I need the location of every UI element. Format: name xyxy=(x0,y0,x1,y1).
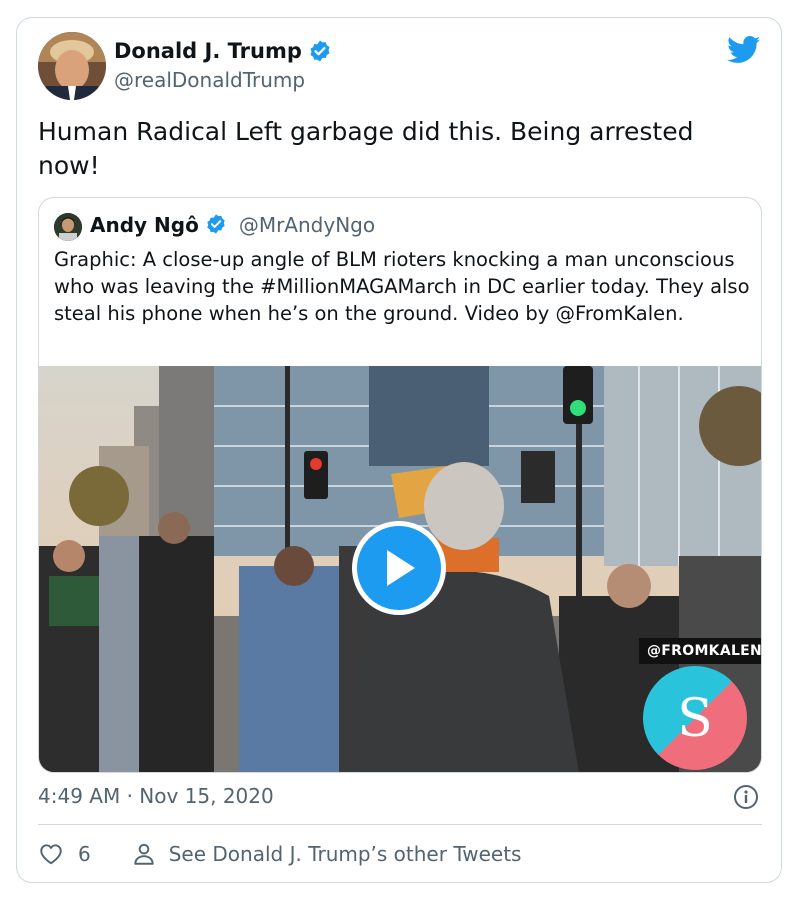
author-handle[interactable]: @realDonaldTrump xyxy=(114,68,305,92)
divider xyxy=(38,824,762,825)
verified-badge-icon xyxy=(205,213,229,237)
quoted-tweet[interactable]: Andy Ngô @MrAndyNgo Graphic: A close-up … xyxy=(38,197,762,773)
other-tweets-link[interactable]: See Donald J. Trump’s other Tweets xyxy=(131,841,522,867)
tweet-card[interactable]: Donald J. Trump @realDonaldTrump Human R… xyxy=(16,17,782,883)
like-count: 6 xyxy=(78,842,91,866)
verified-badge-icon xyxy=(308,39,332,63)
quoted-tweet-text: Graphic: A close-up angle of BLM rioters… xyxy=(54,248,750,325)
quoted-author-handle[interactable]: @MrAndyNgo xyxy=(239,213,375,237)
svg-text:S: S xyxy=(677,689,713,749)
video-player[interactable]: @FROMKALEN S xyxy=(39,366,761,772)
play-icon xyxy=(387,550,415,586)
author-name-row[interactable]: Donald J. Trump xyxy=(114,39,332,63)
twitter-bird-icon[interactable] xyxy=(727,36,761,64)
quoted-author-avatar[interactable] xyxy=(54,213,82,241)
quoted-author-name[interactable]: Andy Ngô xyxy=(90,213,199,237)
tweet-text: Human Radical Left garbage did this. Bei… xyxy=(38,117,694,180)
person-icon xyxy=(134,843,154,865)
video-watermark: @FROMKALEN xyxy=(639,638,761,664)
like-action[interactable]: 6 xyxy=(38,841,91,867)
other-tweets-label[interactable]: See Donald J. Trump’s other Tweets xyxy=(169,842,522,866)
tweet-timestamp[interactable]: 4:49 AM · Nov 15, 2020 xyxy=(38,784,274,808)
tweet-actions: 6 See Donald J. Trump’s other Tweets xyxy=(38,839,521,869)
author-avatar[interactable] xyxy=(38,32,106,100)
quoted-author-row[interactable]: Andy Ngô @MrAndyNgo xyxy=(90,213,375,237)
heart-icon xyxy=(40,844,62,865)
info-icon[interactable] xyxy=(733,784,759,810)
play-button[interactable] xyxy=(352,521,446,615)
brand-logo: S xyxy=(643,666,747,770)
author-name[interactable]: Donald J. Trump xyxy=(114,39,302,63)
